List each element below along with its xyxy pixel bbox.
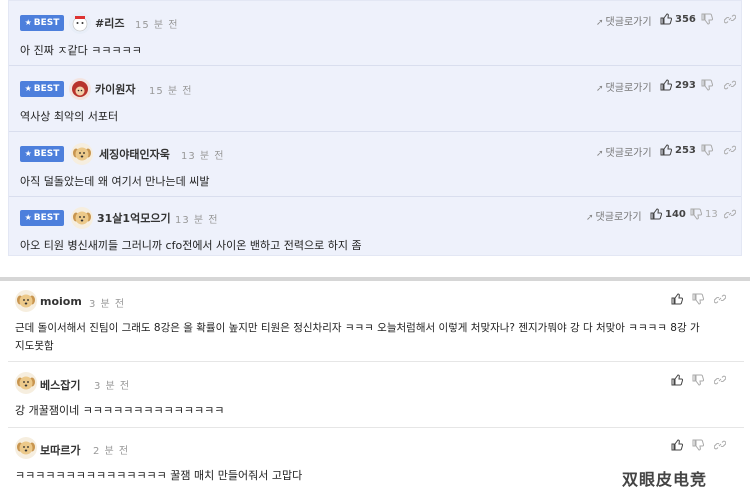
best-badge: ★ BEST [20,81,64,97]
avatar[interactable] [71,143,93,165]
go-to-reply-link[interactable]: ➚ 댓글로가기 [596,79,652,94]
best-badge: ★ BEST [20,210,64,226]
go-to-reply-link[interactable]: ➚ 댓글로가기 [586,208,642,223]
timestamp: 3 분 전 [94,381,131,392]
avatar[interactable] [69,78,91,100]
author-name[interactable]: moiom [40,295,82,308]
like-count: 356 [675,14,696,25]
thumbs-down-icon[interactable] [690,208,702,220]
author-name[interactable]: 보따르가 [40,442,80,458]
best-comment-row: ★ BEST 세징야태인자욱 13 분 전 아직 덜돌았는데 왜 여기서 만나는데… [9,132,741,197]
link-icon[interactable] [724,13,736,25]
thumbs-down-icon[interactable] [701,79,713,91]
best-badge: ★ BEST [20,146,64,162]
avatar[interactable] [69,12,91,34]
comment-row: 베스잡기 3 분 전 강 개꿀잼이네 ㅋㅋㅋㅋㅋㅋㅋㅋㅋㅋㅋㅋㅋㅋ [8,363,744,428]
reply-arrow-icon: ➚ [596,149,604,159]
best-comment-row: ★ BEST 31살1억모으기 13 분 전 아오 티원 병신새끼들 그러니까 c… [9,197,741,262]
comment-text-continued: 지도못함 [15,340,54,352]
thumbs-down-icon[interactable] [692,439,704,451]
link-icon[interactable] [714,374,726,386]
go-to-reply-link[interactable]: ➚ 댓글로가기 [596,144,652,159]
timestamp: 15 분 전 [149,86,193,97]
author-name[interactable]: 세징야태인자욱 [99,146,170,162]
timestamp: 13 분 전 [175,215,219,226]
star-icon: ★ [24,84,32,93]
thumbs-up-icon[interactable] [660,144,672,156]
thumbs-up-icon[interactable] [660,13,672,25]
author-name[interactable]: #리즈 [95,15,124,31]
author-name[interactable]: 베스잡기 [40,377,80,393]
reply-arrow-icon: ➚ [586,213,594,223]
comment-text: 역사상 최악의 서포터 [20,110,119,123]
watermark: 双眼皮电竞 [622,470,708,489]
thumbs-up-icon[interactable] [660,79,672,91]
thumbs-up-icon[interactable] [650,208,662,220]
comment-text: 아오 티원 병신새끼들 그러니까 cfo전에서 사이온 밴하고 전력으로 하지 … [20,239,362,252]
star-icon: ★ [24,18,32,27]
section-divider [0,277,750,281]
thumbs-up-icon[interactable] [671,439,683,451]
link-icon[interactable] [714,439,726,451]
timestamp: 2 분 전 [93,446,130,457]
avatar[interactable] [15,372,37,394]
timestamp: 15 분 전 [135,20,179,31]
link-icon[interactable] [724,208,736,220]
like-count: 253 [675,145,696,156]
thumbs-down-icon[interactable] [692,374,704,386]
star-icon: ★ [24,149,32,158]
comment-text: 강 개꿀잼이네 ㅋㅋㅋㅋㅋㅋㅋㅋㅋㅋㅋㅋㅋㅋ [15,404,225,417]
timestamp: 13 분 전 [181,151,225,162]
author-name[interactable]: 카이원자 [95,81,135,97]
thumbs-up-icon[interactable] [671,374,683,386]
thumbs-down-icon[interactable] [701,13,713,25]
thumbs-down-icon[interactable] [701,144,713,156]
thumbs-up-icon[interactable] [671,293,683,305]
avatar[interactable] [15,290,37,312]
author-name[interactable]: 31살1억모으기 [97,210,171,226]
best-comment-row: ★ BEST #리즈 15 분 전 아 진짜 ㅈ같다 ㅋㅋㅋㅋㅋ ➚ 댓글로가기 3… [9,1,741,66]
star-icon: ★ [24,213,32,222]
like-count: 140 [665,209,686,220]
comment-text: 근데 돌이서해서 진팀이 그래도 8강은 올 확률이 높지만 티원은 정신차리자… [15,322,700,334]
avatar[interactable] [71,207,93,229]
best-comment-row: ★ BEST 카이원자 15 분 전 역사상 최악의 서포터 ➚ 댓글로가기 293 [9,67,741,132]
reply-arrow-icon: ➚ [596,18,604,28]
go-to-reply-link[interactable]: ➚ 댓글로가기 [596,13,652,28]
thumbs-down-icon[interactable] [692,293,704,305]
timestamp: 3 분 전 [89,299,126,310]
avatar[interactable] [15,437,37,459]
link-icon[interactable] [714,293,726,305]
comment-text: 아 진짜 ㅈ같다 ㅋㅋㅋㅋㅋ [20,44,142,57]
comment-text: 아직 덜돌았는데 왜 여기서 만나는데 씨발 [20,175,210,188]
link-icon[interactable] [724,79,736,91]
like-count: 293 [675,80,696,91]
dislike-count: 13 [705,209,718,220]
best-badge: ★ BEST [20,15,64,31]
comment-text: ㅋㅋㅋㅋㅋㅋㅋㅋㅋㅋㅋㅋㅋㅋㅋ 꿀잼 매치 만들어줘서 고맙다 [15,469,303,482]
comment-row: moiom 3 분 전 근데 돌이서해서 진팀이 그래도 8강은 올 확률이 높… [8,282,744,362]
link-icon[interactable] [724,144,736,156]
best-comments-panel: ★ BEST #리즈 15 분 전 아 진짜 ㅈ같다 ㅋㅋㅋㅋㅋ ➚ 댓글로가기 3… [8,0,742,256]
reply-arrow-icon: ➚ [596,84,604,94]
